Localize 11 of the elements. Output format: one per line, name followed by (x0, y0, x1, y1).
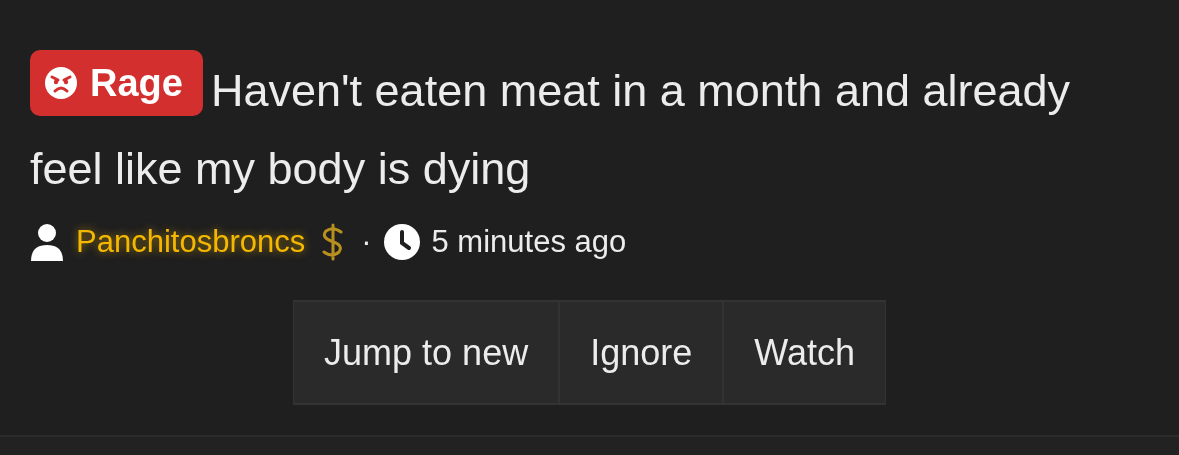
post-time: 5 minutes ago (431, 224, 627, 260)
angry-face-icon (44, 66, 78, 100)
clock-icon (383, 224, 420, 260)
thread-title: Rage Haven't eaten meat in a month and already feel like my body is dying (30, 50, 1140, 208)
thread-action-button[interactable]: Watch (723, 300, 886, 405)
author-link[interactable]: Panchitosbroncs (76, 224, 306, 260)
thread-action-button[interactable]: Ignore (559, 300, 724, 405)
separator-dot: · (361, 224, 372, 260)
prefix-label: Rage (30, 50, 203, 116)
user-icon (30, 223, 64, 261)
thread-action-button[interactable]: Jump to new (293, 300, 560, 405)
